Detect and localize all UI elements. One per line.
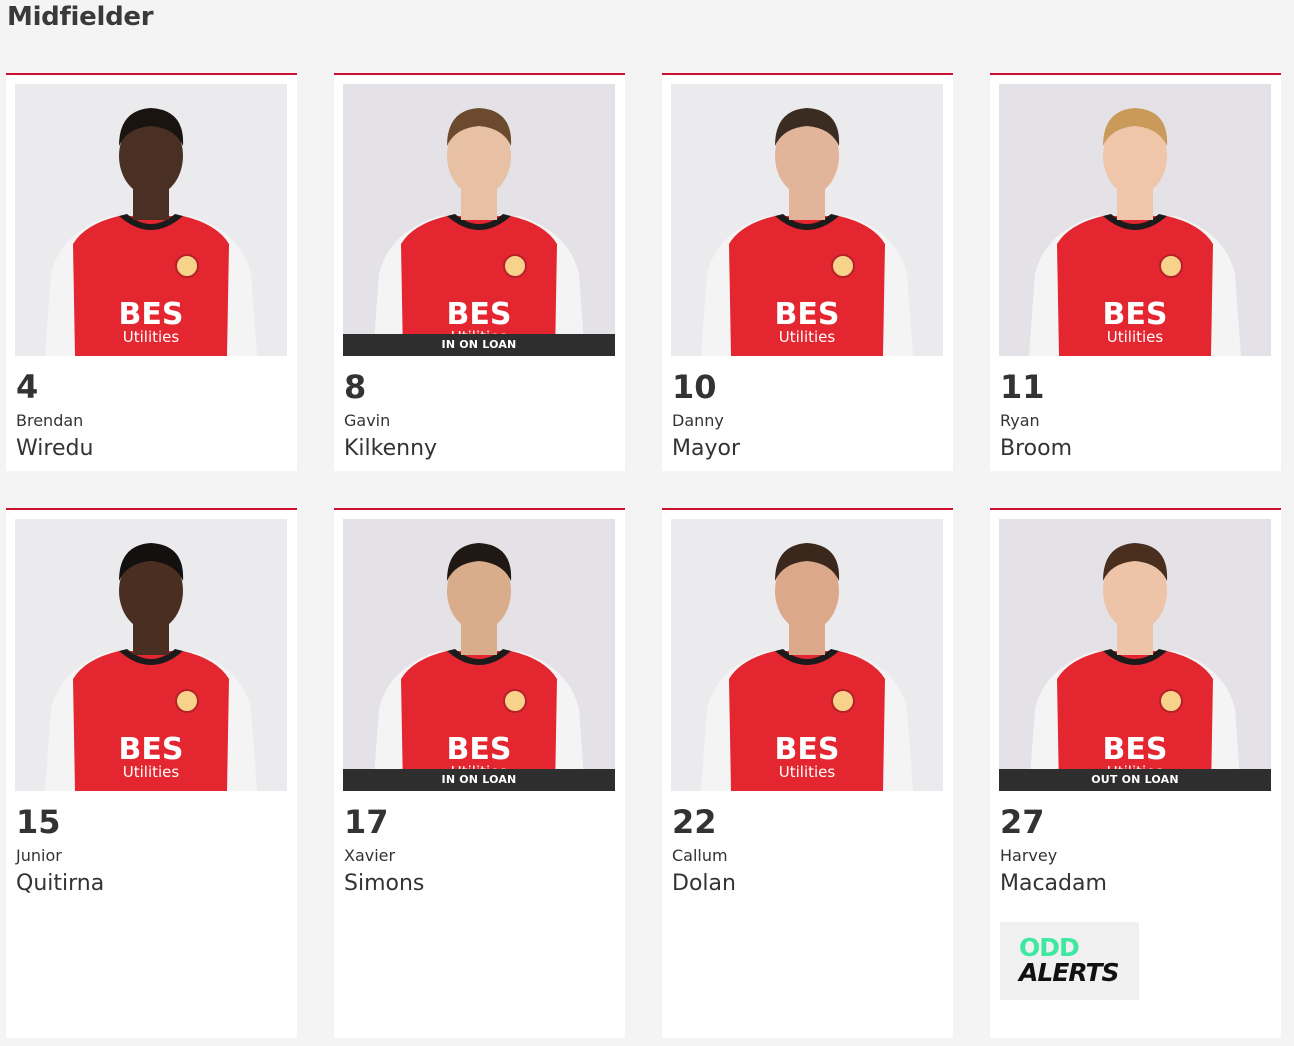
player-last-name[interactable]: Wiredu — [16, 435, 93, 463]
player-card[interactable]: BES Utilities 4 Brendan Wiredu — [6, 73, 297, 471]
player-card[interactable]: BES Utilities 11 Ryan Broom — [990, 73, 1281, 471]
svg-text:Utilities: Utilities — [779, 328, 836, 346]
player-number: 22 — [672, 803, 717, 841]
svg-text:BES: BES — [119, 732, 184, 767]
player-last-name[interactable]: Broom — [1000, 435, 1072, 463]
player-number: 11 — [1000, 368, 1045, 406]
svg-text:BES: BES — [1103, 732, 1168, 767]
player-photo[interactable]: BES Utilities — [671, 84, 943, 356]
svg-text:Utilities: Utilities — [1107, 328, 1164, 346]
svg-text:Utilities: Utilities — [779, 763, 836, 781]
player-number: 15 — [16, 803, 61, 841]
player-photo[interactable]: BESUtilitiesIN ON LOAN — [343, 84, 615, 356]
player-first-name: Brendan — [16, 411, 84, 430]
midfielder-section: Midfielder BES Utilities 4 Brendan Wiredu BES… — [0, 0, 1294, 1046]
player-card[interactable]: BESUtilitiesOUT ON LOAN 27 Harvey Macadam OD… — [990, 508, 1281, 1038]
svg-text:BES: BES — [447, 297, 512, 332]
player-number: 17 — [344, 803, 389, 841]
player-card[interactable]: BES Utilities 15 Junior Quitirna — [6, 508, 297, 1038]
player-photo[interactable]: BES Utilities — [999, 84, 1271, 356]
loan-status-badge: IN ON LOAN — [343, 769, 615, 791]
player-card[interactable]: BESUtilitiesIN ON LOAN 8 Gavin Kilkenny — [334, 73, 625, 471]
svg-text:BES: BES — [775, 732, 840, 767]
player-last-name[interactable]: Macadam — [1000, 870, 1107, 898]
player-first-name: Ryan — [1000, 411, 1040, 430]
player-first-name: Junior — [16, 846, 62, 865]
player-first-name: Harvey — [1000, 846, 1058, 865]
player-first-name: Xavier — [344, 846, 396, 865]
loan-status-badge: IN ON LOAN — [343, 334, 615, 356]
player-last-name[interactable]: Quitirna — [16, 870, 104, 898]
section-title: Midfielder — [7, 2, 154, 32]
svg-text:BES: BES — [447, 732, 512, 767]
player-photo[interactable]: BESUtilitiesIN ON LOAN — [343, 519, 615, 791]
player-sponsor-logo[interactable]: ODD ALERTS — [1000, 922, 1139, 1000]
player-last-name[interactable]: Dolan — [672, 870, 736, 898]
player-number: 10 — [672, 368, 717, 406]
player-number: 8 — [344, 368, 367, 406]
svg-text:Utilities: Utilities — [123, 763, 180, 781]
player-first-name: Danny — [672, 411, 724, 430]
sponsor-line-2: ALERTS — [1019, 958, 1120, 987]
player-photo[interactable]: BES Utilities — [671, 519, 943, 791]
player-number: 4 — [16, 368, 39, 406]
player-photo[interactable]: BESUtilitiesOUT ON LOAN — [999, 519, 1271, 791]
player-last-name[interactable]: Mayor — [672, 435, 740, 463]
player-photo[interactable]: BES Utilities — [15, 519, 287, 791]
svg-text:BES: BES — [119, 297, 184, 332]
player-first-name: Gavin — [344, 411, 391, 430]
player-last-name[interactable]: Kilkenny — [344, 435, 437, 463]
player-first-name: Callum — [672, 846, 728, 865]
player-photo[interactable]: BES Utilities — [15, 84, 287, 356]
player-last-name[interactable]: Simons — [344, 870, 424, 898]
svg-text:BES: BES — [775, 297, 840, 332]
player-card[interactable]: BES Utilities 22 Callum Dolan — [662, 508, 953, 1038]
svg-text:BES: BES — [1103, 297, 1168, 332]
svg-text:Utilities: Utilities — [123, 328, 180, 346]
player-number: 27 — [1000, 803, 1045, 841]
player-card[interactable]: BES Utilities 10 Danny Mayor — [662, 73, 953, 471]
player-card[interactable]: BESUtilitiesIN ON LOAN 17 Xavier Simons — [334, 508, 625, 1038]
loan-status-badge: OUT ON LOAN — [999, 769, 1271, 791]
